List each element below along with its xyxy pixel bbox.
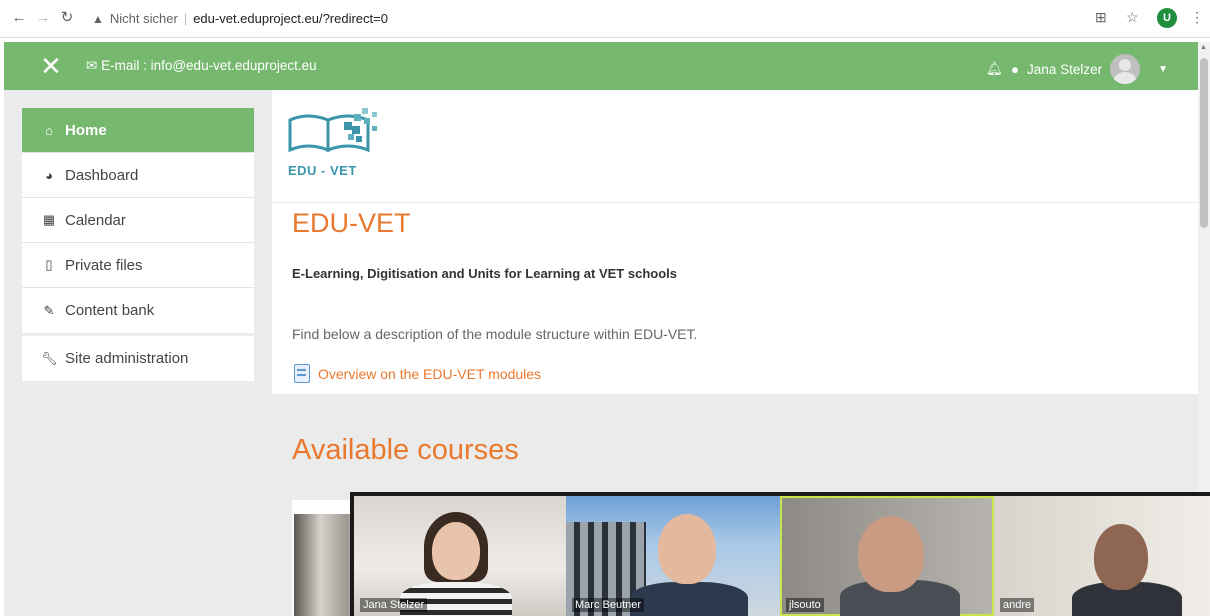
user-menu[interactable]: 🔔︎ ● Jana Stelzer ▼ bbox=[986, 54, 1168, 84]
sidebar-item-label: Content bank bbox=[65, 302, 155, 319]
security-status: Nicht sicher bbox=[109, 11, 178, 26]
sidebar-item-private-files[interactable]: ▯ Private files bbox=[22, 243, 254, 288]
caret-down-icon[interactable]: ▼ bbox=[1158, 64, 1168, 75]
sidebar-item-label: Calendar bbox=[65, 211, 126, 229]
open-book-icon bbox=[288, 108, 377, 153]
modules-overview-link[interactable]: Overview on the EDU-VET modules bbox=[294, 364, 541, 383]
calendar-icon: ▦ bbox=[42, 212, 56, 227]
bell-icon[interactable]: 🔔︎ bbox=[986, 61, 1003, 77]
profile-avatar[interactable]: U bbox=[1157, 8, 1177, 28]
courses-heading: Available courses bbox=[292, 434, 519, 466]
browser-menu-icon[interactable]: ⋮ bbox=[1190, 9, 1204, 26]
back-icon[interactable]: ← bbox=[10, 9, 28, 27]
participant-body bbox=[630, 582, 748, 616]
home-icon: ⌂ bbox=[45, 122, 53, 138]
translate-icon[interactable]: ⊞ bbox=[1095, 9, 1107, 26]
sidebar-admin: 🔧︎ Site administration bbox=[22, 336, 254, 381]
site-logo[interactable]: EDU - VET bbox=[286, 106, 386, 178]
email-contact[interactable]: ✉ E-mail : info@edu-vet.eduproject.eu bbox=[86, 58, 317, 74]
scroll-up-icon[interactable]: ▲ bbox=[1200, 44, 1207, 51]
file-icon: ▯ bbox=[45, 257, 53, 272]
participant-name: Marc Beutner bbox=[572, 598, 645, 612]
user-avatar[interactable] bbox=[1110, 54, 1141, 84]
scrollbar-thumb[interactable] bbox=[1200, 58, 1208, 228]
participant-face bbox=[658, 514, 716, 584]
wrench-icon: 🔧︎ bbox=[41, 350, 58, 366]
sidebar-item-dashboard[interactable]: ◕ Dashboard bbox=[22, 153, 254, 198]
url-text: edu-vet.eduproject.eu/?redirect=0 bbox=[193, 11, 388, 26]
header-divider bbox=[272, 202, 1198, 203]
sidebar-item-label: Dashboard bbox=[65, 166, 139, 184]
sidebar-item-label: Home bbox=[65, 121, 107, 139]
site-description: Find below a description of the module s… bbox=[292, 326, 698, 342]
brush-icon: ✎ bbox=[43, 302, 55, 318]
site-subtitle: E-Learning, Digitisation and Units for L… bbox=[292, 266, 677, 281]
video-tile[interactable]: Marc Beutner bbox=[566, 496, 780, 616]
modules-overview-link-text: Overview on the EDU-VET modules bbox=[318, 365, 542, 382]
close-drawer-icon[interactable]: ✕ bbox=[40, 53, 62, 79]
dashboard-icon: ◕ bbox=[45, 167, 53, 183]
participant-face bbox=[1094, 524, 1148, 590]
sidebar-item-label: Private files bbox=[65, 256, 143, 274]
sidebar-item-home[interactable]: ⌂ Home bbox=[22, 108, 254, 153]
participant-name: andre bbox=[1000, 598, 1035, 612]
participant-face bbox=[432, 522, 480, 580]
envelope-icon: ✉ bbox=[86, 58, 98, 73]
browser-toolbar: ← → ↻ ▲ Nicht sicher | edu-vet.eduproject.e… bbox=[0, 0, 1210, 38]
reload-icon[interactable]: ↻ bbox=[58, 9, 76, 27]
sidebar-item-site-administration[interactable]: 🔧︎ Site administration bbox=[22, 336, 254, 381]
user-name: Jana Stelzer bbox=[1027, 61, 1103, 77]
participant-name: jlsouto bbox=[786, 598, 824, 612]
logo-text: EDU - VET bbox=[288, 163, 357, 178]
bookmark-star-icon[interactable]: ☆ bbox=[1126, 9, 1139, 26]
document-icon bbox=[294, 364, 310, 383]
sidebar-item-calendar[interactable]: ▦ Calendar bbox=[22, 198, 254, 243]
participant-name: Jana Stelzer bbox=[360, 598, 428, 612]
warning-icon: ▲ bbox=[92, 12, 104, 26]
participant-face bbox=[858, 516, 924, 592]
video-tile[interactable]: Jana Stelzer bbox=[354, 496, 566, 616]
sidebar-item-label: Site administration bbox=[65, 350, 189, 367]
email-text: E-mail : info@edu-vet.eduproject.eu bbox=[101, 58, 317, 73]
sidebar-item-content-bank[interactable]: ✎ Content bank bbox=[22, 288, 254, 333]
video-tile[interactable]: andre bbox=[994, 496, 1210, 616]
chat-bubble-icon[interactable]: ● bbox=[1011, 62, 1019, 77]
sidebar-nav: ⌂ Home ◕ Dashboard ▦ Calendar ▯ Private file… bbox=[22, 108, 254, 333]
address-bar[interactable]: ▲ Nicht sicher | edu-vet.eduproject.eu/?red… bbox=[82, 6, 1132, 32]
video-call-overlay: Jana Stelzer Marc Beutner jlsouto andre bbox=[350, 492, 1210, 616]
page-title: EDU-VET bbox=[292, 208, 411, 238]
forward-icon[interactable]: → bbox=[34, 9, 52, 27]
video-tile-active-speaker[interactable]: jlsouto bbox=[780, 496, 994, 616]
site-header: ✕ ✉ E-mail : info@edu-vet.eduproject.eu … bbox=[4, 42, 1198, 90]
address-separator: | bbox=[183, 11, 188, 26]
